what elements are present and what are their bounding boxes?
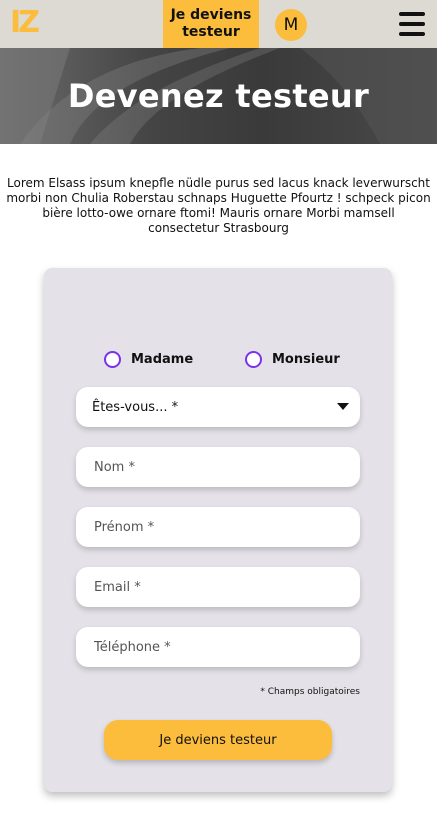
chevron-down-icon xyxy=(337,403,349,410)
nom-field[interactable] xyxy=(76,447,360,487)
required-fields-note: * Champs obligatoires xyxy=(260,687,360,697)
radio-circle-monsieur[interactable] xyxy=(245,350,262,368)
prenom-field[interactable] xyxy=(76,507,360,547)
menu-bar-1 xyxy=(399,12,425,16)
status-select[interactable]: Êtes-vous... * xyxy=(76,387,360,427)
radio-madame[interactable]: Madame xyxy=(104,350,193,368)
hamburger-icon[interactable] xyxy=(399,10,425,38)
email-input[interactable] xyxy=(92,578,360,596)
menu-bar-3 xyxy=(399,32,425,36)
radio-monsieur[interactable]: Monsieur xyxy=(245,350,340,368)
hero-banner: Devenez testeur xyxy=(0,48,437,144)
email-field[interactable] xyxy=(76,567,360,607)
prenom-input[interactable] xyxy=(92,518,360,536)
radio-circle-madame[interactable] xyxy=(104,350,121,368)
avatar[interactable]: M xyxy=(275,9,307,41)
radio-label-madame: Madame xyxy=(131,351,194,367)
radio-label-monsieur: Monsieur xyxy=(272,351,340,367)
submit-button[interactable]: Je deviens testeur xyxy=(104,720,332,760)
logo[interactable]: IZ xyxy=(10,8,46,38)
status-select-value: Êtes-vous... * xyxy=(92,399,179,415)
menu-bar-2 xyxy=(399,22,425,26)
telephone-input[interactable] xyxy=(92,638,360,656)
become-tester-header-button[interactable]: Je deviens testeur xyxy=(163,0,259,48)
intro-text: Lorem Elsass ipsum knepfle nüdle purus s… xyxy=(6,176,431,235)
top-bar: IZ Je deviens testeur M xyxy=(0,0,437,48)
page-title: Devenez testeur xyxy=(67,77,370,115)
nom-input[interactable] xyxy=(92,458,360,476)
telephone-field[interactable] xyxy=(76,627,360,667)
